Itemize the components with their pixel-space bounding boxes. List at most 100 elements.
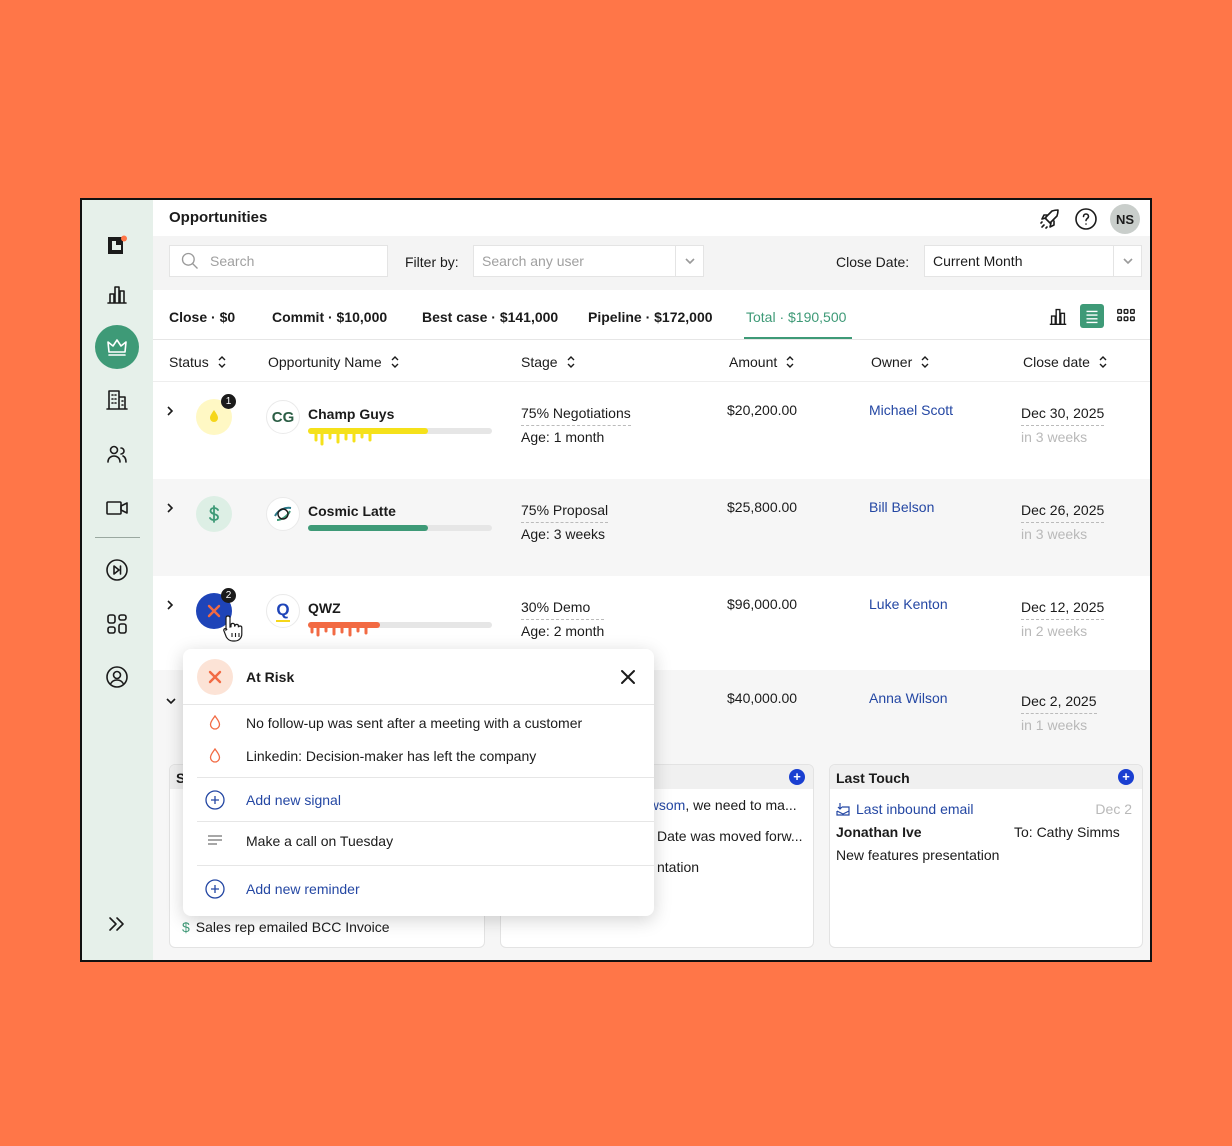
add-reminder-label: Add new reminder [246, 881, 360, 897]
activity-line: ewsom, we need to ma... [641, 797, 797, 813]
add-icon[interactable]: + [1118, 769, 1134, 785]
drop-icon [205, 746, 225, 766]
column-stage[interactable]: Stage [521, 354, 576, 370]
contacts-icon[interactable] [95, 432, 139, 476]
company-logo: CG [266, 400, 300, 434]
building-icon[interactable] [95, 378, 139, 422]
avatar[interactable]: NS [1110, 204, 1140, 234]
progress-bar [308, 428, 492, 446]
crown-icon[interactable] [95, 325, 139, 369]
opportunity-name[interactable]: Cosmic Latte [308, 503, 396, 519]
owner-link[interactable]: Michael Scott [869, 402, 953, 418]
table-row[interactable]: 1 CG Champ Guys 75% Negotiations Age: 1 m… [153, 382, 1150, 479]
close-date-select[interactable]: Current Month [924, 245, 1142, 277]
popover-header: At Risk [183, 649, 654, 705]
play-next-icon[interactable] [95, 548, 139, 592]
sidebar [82, 200, 153, 960]
signal-count-badge: 2 [221, 588, 236, 603]
sidebar-divider [95, 537, 140, 538]
at-risk-icon [197, 659, 233, 695]
owner-link[interactable]: Luke Kenton [869, 596, 948, 612]
tab-close[interactable]: Close · $0 [169, 309, 235, 325]
add-signal-button[interactable]: Add new signal [183, 784, 654, 816]
drop-icon [210, 410, 218, 422]
column-status[interactable]: Status [169, 354, 227, 370]
search-input[interactable]: Search [169, 245, 388, 277]
column-amount[interactable]: Amount [729, 354, 795, 370]
text-lines-icon [205, 831, 225, 851]
amount: $25,800.00 [727, 499, 798, 515]
search-placeholder: Search [210, 253, 255, 269]
owner-link[interactable]: Bill Belson [869, 499, 934, 515]
forecast-tabs: Close · $0 Commit · $10,000 Best case · … [153, 290, 1150, 340]
activity-line: Date was moved forw... [657, 828, 803, 844]
top-actions: NS [1038, 204, 1140, 234]
search-icon [181, 252, 198, 269]
profile-icon[interactable] [95, 655, 139, 699]
dollar-icon: $ [182, 919, 190, 935]
tab-total[interactable]: Total · $190,500 [746, 309, 846, 325]
help-icon[interactable] [1074, 207, 1098, 231]
dollar-icon [209, 505, 219, 523]
user-filter-select[interactable]: Search any user [473, 245, 704, 277]
popover-divider [197, 821, 654, 822]
column-close-date[interactable]: Close date [1023, 354, 1108, 370]
progress-fill [308, 525, 428, 531]
close-date: Dec 26, 2025 in 3 weeks [1021, 499, 1105, 546]
expand-sidebar-icon[interactable] [95, 902, 139, 946]
progress-bar [308, 622, 492, 637]
sort-icon [786, 356, 794, 368]
progress-bar [308, 525, 492, 531]
stage: 30% Demo Age: 2 month [521, 596, 605, 643]
last-inbound-email-link[interactable]: Last inbound email [836, 801, 974, 817]
close-date-value: Current Month [933, 253, 1023, 269]
opportunity-name[interactable]: QWZ [308, 600, 341, 616]
add-reminder-button[interactable]: Add new reminder [183, 873, 654, 905]
status-indicator[interactable] [196, 496, 232, 532]
chevron-right-icon[interactable] [165, 598, 175, 610]
tab-pipeline[interactable]: Pipeline · $172,000 [588, 309, 713, 325]
table-row[interactable]: Cosmic Latte 75% Proposal Age: 3 weeks $2… [153, 479, 1150, 576]
chevron-right-icon[interactable] [165, 404, 175, 416]
column-opportunity-name[interactable]: Opportunity Name [268, 354, 400, 370]
last-touch-card: Last Touch + Last inbound email Dec 2 Jon… [829, 764, 1143, 948]
chevron-down-icon [1113, 246, 1141, 276]
drip-decoration [314, 432, 372, 446]
chevron-down-icon [675, 246, 703, 276]
list-view-icon[interactable] [1080, 304, 1104, 328]
reminder-item[interactable]: Make a call on Tuesday [183, 825, 654, 857]
company-logo: Q [266, 594, 300, 628]
at-risk-popover: At Risk No follow-up was sent after a me… [183, 649, 654, 916]
add-signal-label: Add new signal [246, 792, 341, 808]
signal-item[interactable]: No follow-up was sent after a meeting wi… [183, 707, 654, 739]
add-icon[interactable]: + [789, 769, 805, 785]
card-header: Last Touch + [830, 765, 1142, 789]
view-toggle [1046, 304, 1138, 328]
popover-divider [197, 777, 654, 778]
tab-best-case[interactable]: Best case · $141,000 [422, 309, 558, 325]
chevron-down-icon[interactable] [165, 694, 176, 706]
email-to: To: Cathy Simms [1014, 824, 1120, 840]
table-header: Status Opportunity Name Stage Amount Own… [153, 340, 1150, 382]
chevron-right-icon[interactable] [165, 501, 175, 513]
chart-view-icon[interactable] [1046, 304, 1070, 328]
opportunity-name[interactable]: Champ Guys [308, 406, 394, 422]
inbound-email-icon [836, 803, 850, 816]
apps-icon[interactable] [95, 602, 139, 646]
signal-item[interactable]: Linkedin: Decision-maker has left the co… [183, 740, 654, 772]
add-circle-icon [205, 879, 225, 899]
column-owner[interactable]: Owner [871, 354, 930, 370]
app-logo-icon[interactable] [95, 224, 139, 268]
company-logo [266, 497, 300, 531]
popover-title: At Risk [246, 669, 295, 685]
tab-commit[interactable]: Commit · $10,000 [272, 309, 387, 325]
video-icon[interactable] [95, 486, 139, 530]
close-icon[interactable] [620, 669, 636, 685]
owner-link[interactable]: Anna Wilson [869, 690, 948, 706]
stage: 75% Negotiations Age: 1 month [521, 402, 631, 449]
filter-bar: Search Filter by: Search any user Close … [153, 236, 1150, 290]
rocket-icon[interactable] [1038, 207, 1062, 231]
active-tab-underline [744, 337, 852, 339]
analytics-icon[interactable] [95, 272, 139, 316]
grid-view-icon[interactable] [1114, 304, 1138, 328]
